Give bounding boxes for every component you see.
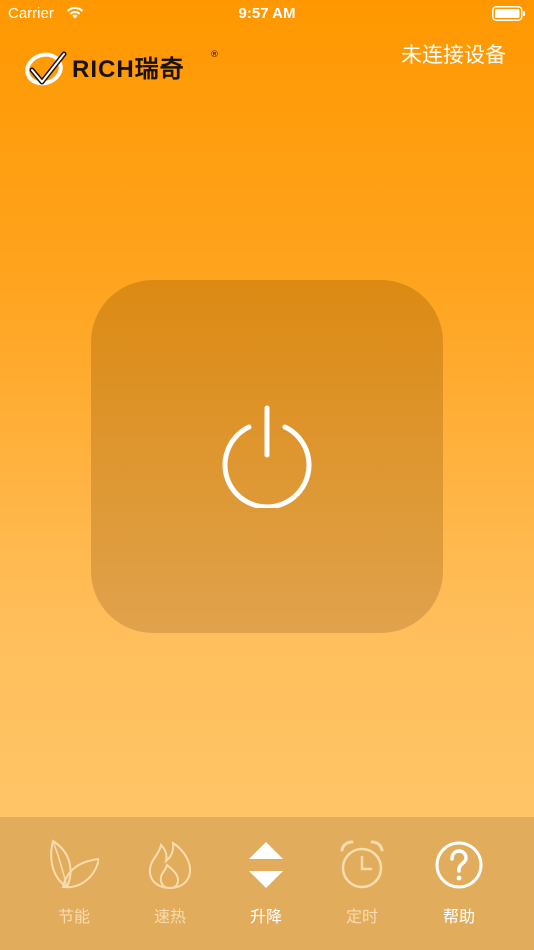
tab-timer[interactable]: 定时 (314, 817, 410, 950)
tab-label: 升降 (249, 907, 282, 926)
status-time: 9:57 AM (238, 5, 296, 22)
logo-text: RICH瑞奇 (72, 56, 185, 83)
battery-icon (492, 6, 525, 21)
tab-lift[interactable]: 升降 (218, 817, 314, 950)
tab-label: 帮助 (442, 907, 475, 926)
up-down-arrows-icon (249, 842, 283, 888)
tab-label: 速热 (153, 907, 186, 926)
help-icon (435, 841, 483, 889)
connection-status-button[interactable]: 未连接设备 (401, 39, 506, 69)
flame-icon (148, 840, 192, 890)
tab-quick-heat[interactable]: 速热 (122, 817, 218, 950)
tab-help[interactable]: 帮助 (411, 817, 507, 950)
status-bar: Carrier 9:57 AM (0, 0, 534, 28)
brand-logo: RICH瑞奇 ® (24, 46, 224, 90)
tab-label: 节能 (57, 907, 90, 926)
alarm-clock-icon (340, 840, 384, 889)
tab-label: 定时 (345, 907, 378, 926)
bottom-tab-bar: 节能 速热 升降 定时 帮助 (0, 817, 534, 950)
tab-energy-saving[interactable]: 节能 (26, 817, 122, 950)
power-icon (222, 405, 312, 508)
power-button[interactable] (91, 280, 443, 633)
logo-mark-icon (25, 51, 67, 86)
leaf-icon (50, 839, 99, 889)
logo-registered-mark: ® (210, 50, 219, 60)
